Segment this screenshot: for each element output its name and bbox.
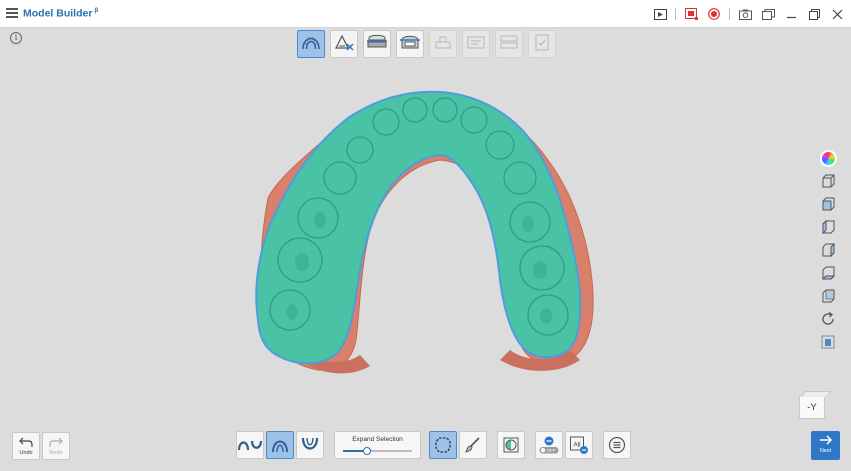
model-base-icon [366,34,388,55]
view-mode-button[interactable] [818,332,838,352]
record-icon[interactable] [706,6,722,22]
info-icon[interactable]: i [10,32,22,44]
3d-viewport[interactable] [0,60,851,422]
off-label: OFF [547,448,556,453]
die-icon [433,34,453,55]
label-step-button[interactable] [462,30,490,58]
hollow-step-button[interactable] [396,30,424,58]
clipboard-check-icon [534,33,550,56]
view-back-icon [822,289,835,303]
title-bar-icons [645,6,845,22]
redo-icon [49,437,63,447]
view-right-button[interactable] [818,240,838,260]
view-front-button[interactable] [818,194,838,214]
brush-icon [465,437,480,453]
redo-button[interactable]: Redo [42,432,70,460]
reset-view-icon [822,311,834,325]
window-capture-icon[interactable] [760,6,776,22]
restore-icon[interactable] [806,6,822,22]
screen-record-icon[interactable] [683,6,699,22]
view-bottom-icon [821,266,836,280]
model-base-step-button[interactable] [363,30,391,58]
color-wheel-icon [819,149,837,167]
undo-label: Undo [19,450,33,456]
deselect-toggle-button[interactable]: OFF [535,431,563,459]
arrow-right-icon [819,435,832,445]
separator [675,8,676,20]
redo-label: Redo [49,450,63,456]
all-label: All [573,442,581,449]
slider-thumb[interactable] [363,447,372,455]
both-jaws-icon [238,440,262,451]
deselect-off-icon: OFF [539,436,559,454]
camera-icon[interactable] [737,6,753,22]
lasso-select-icon [435,437,451,453]
bottom-toolbar: Expand Selection OFF All [236,430,633,460]
both-jaws-button[interactable] [236,431,264,459]
brush-button[interactable] [459,431,487,459]
hamburger-menu-icon[interactable] [6,8,18,18]
lower-jaw-icon [301,437,319,450]
close-icon[interactable] [829,6,845,22]
upper-jaw-icon [272,440,288,453]
color-mode-button[interactable] [818,148,838,168]
smart-select-button[interactable] [429,431,457,459]
view-top-button[interactable] [818,171,838,191]
view-mode-icon [821,335,835,349]
view-bottom-button[interactable] [818,263,838,283]
label-icon [466,34,486,55]
select-all-icon: All [570,436,588,454]
lower-jaw-button[interactable] [296,431,324,459]
view-toolbar [818,148,838,355]
beta-mark: β [94,7,99,14]
title-bar: Model Builder β [0,0,851,28]
view-left-button[interactable] [818,217,838,237]
minimize-icon[interactable] [783,6,799,22]
arch-icon [301,34,321,55]
arch-trim-step-button[interactable] [297,30,325,58]
expand-selection-panel: Expand Selection [334,431,421,459]
upper-jaw-button[interactable] [266,431,294,459]
view-top-icon [822,174,835,188]
orientation-cube[interactable]: -Y [799,395,825,419]
selected-arch-teeth [255,90,582,365]
articulator-icon [499,34,519,55]
hollow-icon [399,34,421,55]
base-icon [333,33,355,56]
video-icon[interactable] [652,6,668,22]
view-right-icon [822,242,835,258]
invert-selection-icon [503,437,519,453]
articulator-step-button[interactable] [495,30,523,58]
die-step-button[interactable] [429,30,457,58]
next-button[interactable]: Next [811,431,840,460]
expand-selection-label: Expand Selection [352,436,403,443]
view-back-button[interactable] [818,286,838,306]
undo-icon [19,437,33,447]
reset-view-button[interactable] [818,309,838,329]
separator [729,8,730,20]
step-toolbar [297,30,561,58]
undo-button[interactable]: Undo [12,432,40,460]
base-step-button[interactable] [330,30,358,58]
view-left-icon [822,219,835,235]
complete-step-button[interactable] [528,30,556,58]
more-options-button[interactable] [603,431,631,459]
invert-selection-button[interactable] [497,431,525,459]
next-label: Next [819,448,832,454]
view-front-icon [822,197,835,211]
select-all-button[interactable]: All [565,431,593,459]
app-title: Model Builder β [23,7,99,20]
list-circle-icon [608,436,626,454]
axis-label: -Y [807,401,817,413]
expand-selection-slider[interactable] [343,447,412,455]
